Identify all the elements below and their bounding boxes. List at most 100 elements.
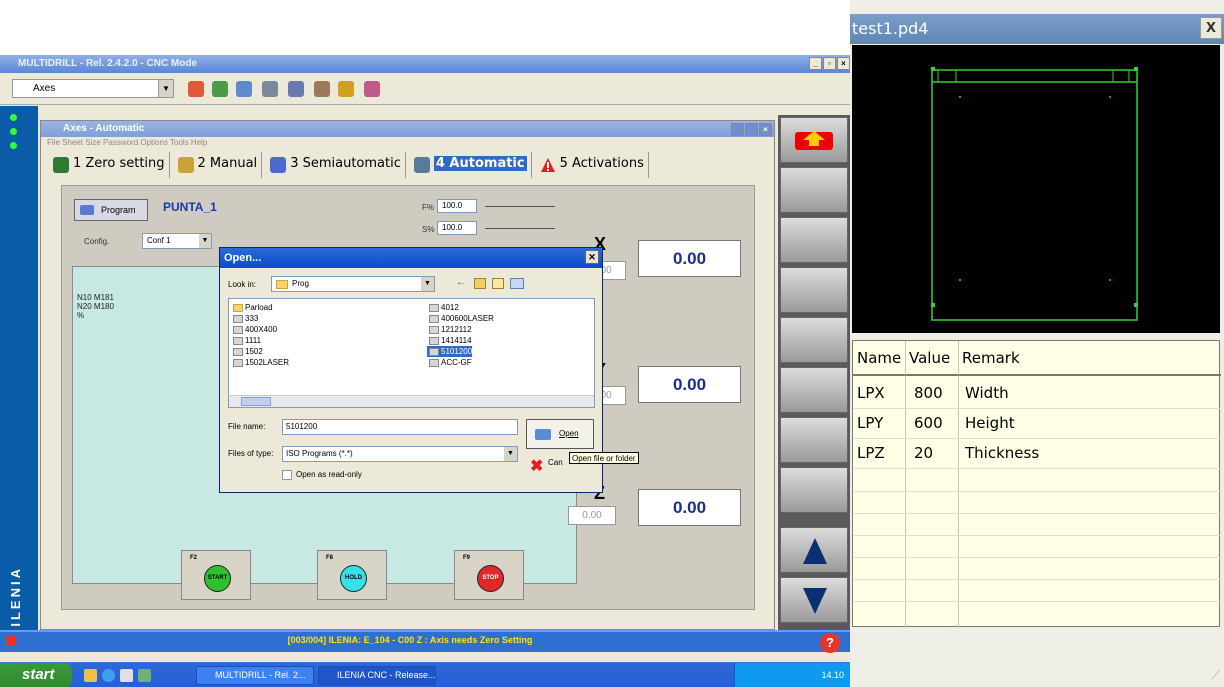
program-button[interactable]: Program [74,199,148,221]
horizontal-scrollbar[interactable] [229,395,594,407]
list-item[interactable]: Parload [231,302,273,313]
cell-name[interactable]: LPZ [853,438,885,468]
task-multidrill[interactable]: MULTIDRILL - Rel. 2... [196,666,314,685]
cell-name[interactable]: LPX [853,378,885,408]
cancel-button-label: Can [548,458,563,467]
file-type-select[interactable]: ISO Programs (*.*) ▼ [282,446,518,462]
quicklaunch-icon[interactable] [120,669,133,682]
file-list[interactable]: Parload 333 400X400 1111 1502 1502LASER … [228,298,595,408]
up-folder-icon[interactable] [474,278,486,289]
feed-f-input[interactable]: 100.0 [437,199,477,213]
open-button-label: Open [559,429,579,438]
toolbar-tool-icon[interactable] [288,81,304,97]
list-item[interactable]: 4012 [427,302,459,313]
quicklaunch-icon[interactable] [138,669,151,682]
function-button[interactable] [780,367,848,413]
function-button[interactable] [780,467,848,513]
toolbar-tool-icon[interactable] [212,81,228,97]
file-icon [233,315,243,323]
list-item[interactable]: 333 [231,313,258,324]
function-button[interactable] [780,267,848,313]
list-item[interactable]: 1212112 [427,324,472,335]
close-button[interactable]: × [759,123,772,136]
start-button[interactable]: F2 START [181,550,251,600]
task-ilenia-cnc[interactable]: ILENIA CNC - Release... [318,666,436,685]
minimize-button[interactable] [731,123,744,136]
look-in-select[interactable]: Prog ▼ [271,276,435,292]
cancel-icon: ✖ [530,458,544,475]
tab-activations[interactable]: 5 Activations [538,152,649,178]
dialog-title-bar: Open... ✕ [220,248,602,268]
list-item[interactable]: 1111 [231,335,261,346]
help-button[interactable]: ? [820,633,840,653]
list-item[interactable]: 1502LASER [231,357,289,368]
scroll-down-button[interactable] [780,577,848,623]
cell-value[interactable]: 20 [910,438,933,468]
open-button[interactable]: Open [526,419,594,449]
checkbox-box[interactable] [282,470,292,480]
page-up-button[interactable] [780,117,848,163]
function-button[interactable] [780,167,848,213]
cell-remark[interactable]: Width [961,378,1009,408]
automatic-icon [413,157,430,173]
file-name: 1111 [245,336,262,345]
tab-automatic[interactable]: 4 Automatic [412,152,532,178]
view-menu-icon[interactable] [510,278,524,289]
close-button[interactable]: × [837,57,850,70]
read-only-checkbox[interactable]: Open as read-only [282,470,362,480]
back-icon[interactable]: ← [456,277,466,288]
toolbar-tool-icon[interactable] [338,81,354,97]
maximize-button[interactable]: ▫ [823,57,836,70]
scroll-thumb[interactable] [241,397,271,406]
chevron-down-icon[interactable]: ▼ [158,80,173,97]
cell-name[interactable]: LPY [853,408,883,438]
list-item[interactable]: 400600LASER [427,313,494,324]
cell-remark[interactable]: Height [961,408,1015,438]
resize-grip-icon[interactable]: ⟋ [1212,668,1220,683]
mode-tabs: 1 Zero setting 2 Manual 3 Semiautomatic … [51,151,649,179]
toolbar-tool-icon[interactable] [188,81,204,97]
toolbar-tool-icon[interactable] [314,81,330,97]
new-folder-icon[interactable] [492,278,504,289]
list-item[interactable]: 400X400 [231,324,277,335]
dialog-close-button[interactable]: ✕ [585,250,599,264]
list-item[interactable]: ACC-GF [427,357,472,368]
toolbar-tool-icon[interactable] [262,81,278,97]
part-preview-canvas[interactable] [852,45,1220,333]
axes-selector[interactable]: Axes ▼ [12,79,174,98]
cell-value[interactable]: 600 [910,408,943,438]
part-title: test1.pd4 [852,19,929,38]
close-button[interactable]: X [1200,17,1222,39]
feed-s-slider[interactable] [485,228,555,229]
stop-button[interactable]: F9 STOP [454,550,524,600]
cell-value[interactable]: 800 [910,378,943,408]
inner-menu-bar[interactable]: File Sheet Size Password Options Tools H… [47,138,207,147]
feed-s-input[interactable]: 100.0 [437,221,477,235]
minimize-button[interactable]: _ [809,57,822,70]
config-select[interactable]: Conf 1 ▼ [142,233,212,249]
column-divider [905,341,906,628]
cell-remark[interactable]: Thickness [961,438,1039,468]
file-name-input[interactable]: 5101200 [282,419,518,435]
axis-z-subvalue: 0.00 [568,506,616,525]
tab-zero-setting[interactable]: 1 Zero setting [51,152,170,178]
start-button-os[interactable]: start [0,663,72,687]
feed-f-slider[interactable] [485,206,555,207]
maximize-button[interactable] [745,123,758,136]
feed-f-label: F% [422,203,434,212]
function-button[interactable] [780,217,848,263]
toolbar-tool-icon[interactable] [364,81,380,97]
tab-manual[interactable]: 2 Manual [176,152,263,178]
hold-button[interactable]: F8 HOLD [317,550,387,600]
list-item[interactable]: 1502 [231,346,263,357]
browser-icon[interactable] [102,669,115,682]
list-item[interactable]: 1414114 [427,335,472,346]
function-button[interactable] [780,317,848,363]
list-item-selected[interactable]: 5101200 [427,346,473,357]
tab-semiautomatic[interactable]: 3 Semiautomatic [268,152,406,178]
function-button[interactable] [780,417,848,463]
inner-title-bar: Axes - Automatic × [41,121,774,137]
quicklaunch-icon[interactable] [84,669,97,682]
scroll-up-button[interactable] [780,527,848,573]
toolbar-tool-icon[interactable] [236,81,252,97]
